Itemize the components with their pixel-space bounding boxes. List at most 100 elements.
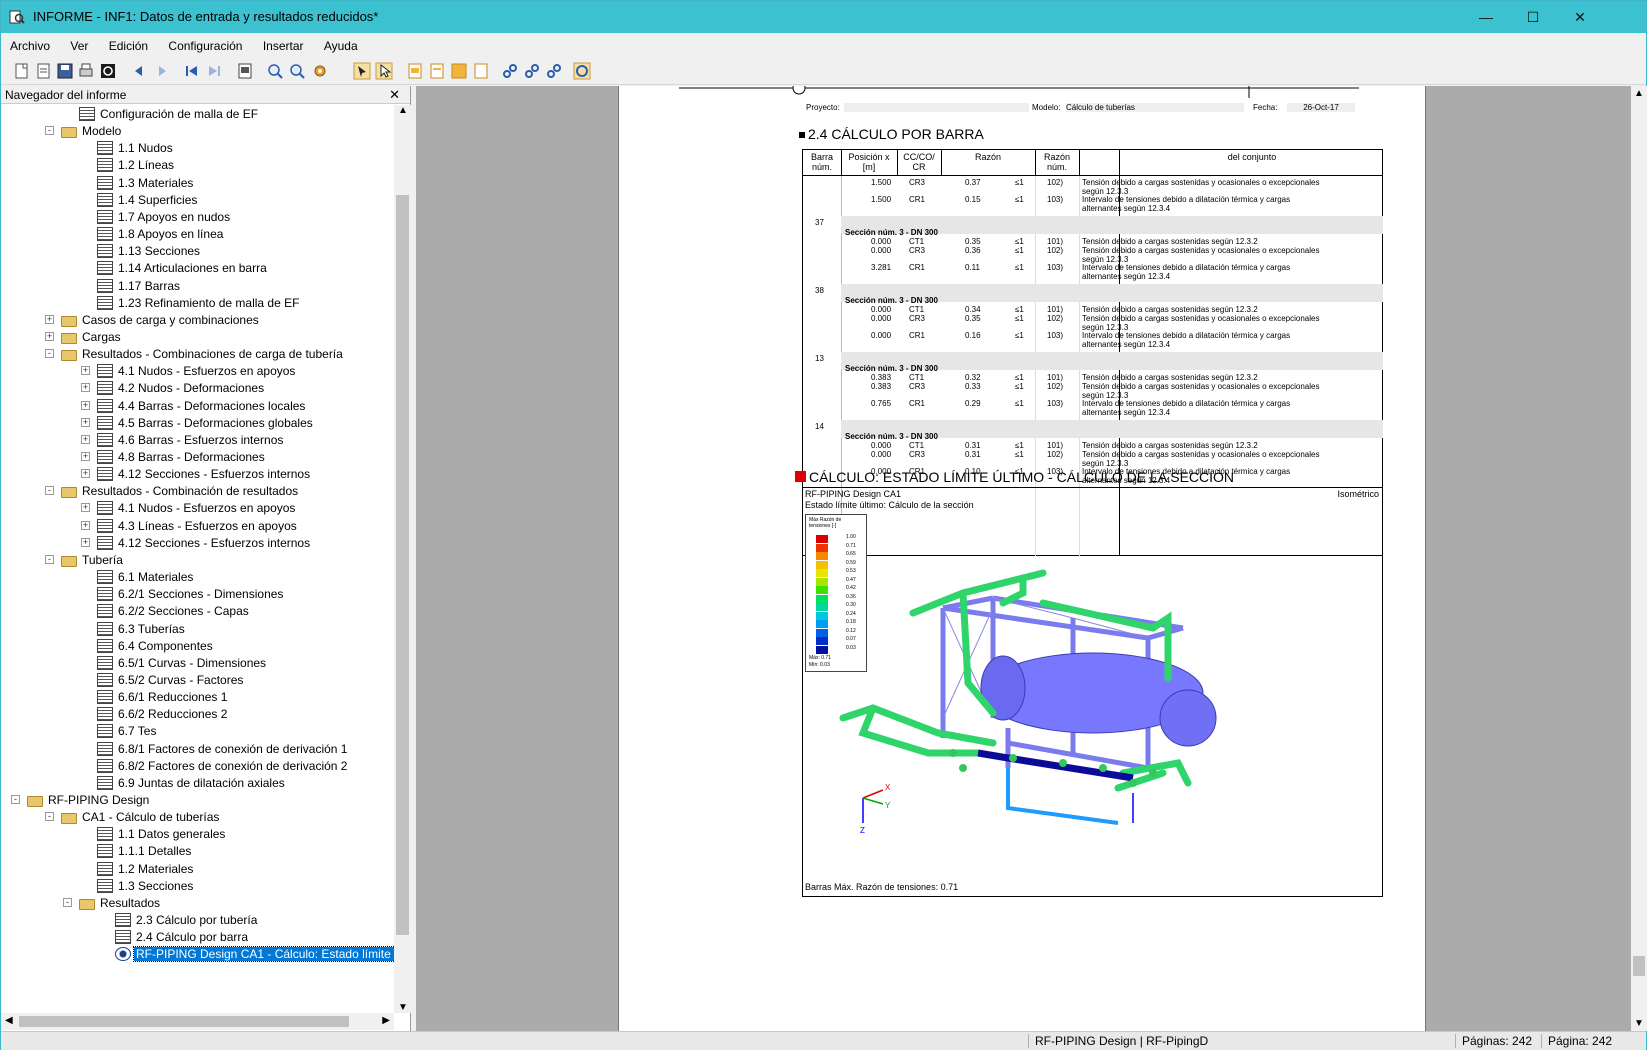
tree-item[interactable]: +4.5 Barras - Deformaciones globales [81,414,315,432]
collapse-icon[interactable]: - [45,126,54,136]
tree-item[interactable]: +4.1 Nudos - Esfuerzos en apoyos [81,362,297,380]
tree-item[interactable]: +4.4 Barras - Deformaciones locales [81,397,307,415]
collapse-icon[interactable]: - [45,349,54,359]
minimize-button[interactable]: — [1463,1,1509,33]
tree-item[interactable]: 6.2/2 Secciones - Capas [97,602,251,620]
expand-icon[interactable]: + [45,314,54,324]
expand-icon[interactable]: + [81,400,90,410]
tree-item[interactable]: 6.5/1 Curvas - Dimensiones [97,654,268,672]
close-window-button[interactable]: ✕ [1557,1,1603,33]
menu-edicion[interactable]: Edición [100,35,156,53]
tree-item[interactable]: - Resultados - Combinación de resultados [45,482,300,500]
tree-item[interactable]: 1.1.1 Detalles [97,842,193,860]
expand-icon[interactable]: + [45,331,54,341]
tree-item[interactable]: 6.3 Tuberías [97,620,187,638]
open-icon[interactable] [35,62,53,80]
tree-item[interactable]: 1.17 Barras [97,277,182,295]
first-page-icon[interactable] [183,62,201,80]
tree-item[interactable]: 1.1 Nudos [97,139,175,157]
insert-table-icon[interactable] [428,62,446,80]
expand-icon[interactable]: + [81,503,90,513]
maximize-button[interactable]: ☐ [1510,1,1556,33]
save-icon[interactable] [56,62,74,80]
navigator-vertical-scrollbar[interactable]: ▲ ▼ [394,105,411,1013]
insert-text-icon[interactable] [450,62,468,80]
expand-icon[interactable]: + [81,383,90,393]
tree-item[interactable]: +4.12 Secciones - Esfuerzos internos [81,534,312,552]
report-preview-area[interactable]: Proyecto: Modelo: Cálculo de tuberías Fe… [416,86,1631,1031]
scroll-up-icon[interactable]: ▲ [398,105,408,116]
link-icon[interactable] [501,62,519,80]
next-icon[interactable] [153,62,171,80]
tree-item[interactable]: 6.8/2 Factores de conexión de derivación… [97,757,349,775]
tree-item[interactable]: +4.1 Nudos - Esfuerzos en apoyos [81,499,297,517]
tree-item[interactable]: - RF-PIPING Design [11,791,151,809]
scroll-right-icon[interactable]: ▶ [382,1015,390,1026]
tree-item[interactable]: - Resultados - Combinaciones de carga de … [45,345,345,363]
new-report-icon[interactable] [13,62,31,80]
insert-page-icon[interactable] [472,62,490,80]
scroll-down-icon[interactable]: ▼ [398,1002,408,1013]
tree-item[interactable]: +4.6 Barras - Esfuerzos internos [81,431,285,449]
tree-item[interactable]: 6.7 Tes [97,722,158,740]
tree-item[interactable]: 1.8 Apoyos en línea [97,225,225,243]
tree-item[interactable]: 1.23 Refinamiento de malla de EF [97,294,301,312]
link-remove-icon[interactable] [545,62,563,80]
menu-insertar[interactable]: Insertar [254,35,312,53]
expand-icon[interactable]: + [81,452,90,461]
tree-item[interactable]: - Modelo [45,122,123,140]
expand-icon[interactable]: + [81,434,90,444]
tree-item[interactable]: 6.6/1 Reducciones 1 [97,688,229,706]
tree-item[interactable]: 1.13 Secciones [97,242,202,260]
pointer-icon[interactable] [375,62,393,80]
hscroll-thumb[interactable] [19,1016,349,1027]
preview-scroll-up-icon[interactable]: ▲ [1634,88,1644,99]
tree-item[interactable]: +4.12 Secciones - Esfuerzos internos [81,465,312,483]
tree-item[interactable]: + Cargas [45,328,123,346]
tree-item[interactable]: +4.8 Barras - Deformaciones [81,448,267,466]
link-edit-icon[interactable] [523,62,541,80]
tree-item[interactable]: 1.2 Materiales [97,860,195,878]
collapse-icon[interactable]: - [45,812,54,822]
tree-item[interactable]: 6.8/1 Factores de conexión de derivación… [97,740,349,758]
tree-item[interactable]: 2.4 Cálculo por barra [115,928,250,946]
tree-item[interactable]: +4.3 Líneas - Esfuerzos en apoyos [81,517,299,535]
collapse-icon[interactable]: - [63,897,72,907]
last-page-icon[interactable] [205,62,223,80]
tree-item[interactable]: 6.1 Materiales [97,568,195,586]
tree-item[interactable]: 1.4 Superficies [97,191,199,209]
tree-item[interactable]: 1.3 Secciones [97,877,195,895]
settings-gear-icon[interactable] [311,62,329,80]
tree-item[interactable]: - CA1 - Cálculo de tuberías [45,808,221,826]
menu-archivo[interactable]: Archivo [1,35,58,53]
collapse-icon[interactable]: - [45,554,54,564]
expand-icon[interactable]: + [81,417,90,427]
tree-item[interactable]: +4.2 Nudos - Deformaciones [81,379,266,397]
collapse-icon[interactable]: - [45,486,54,496]
scroll-thumb[interactable] [396,195,409,935]
print-icon[interactable] [77,62,95,80]
page-setup-icon[interactable] [236,62,254,80]
preview-vertical-scrollbar[interactable]: ▲ ▼ [1631,86,1647,1031]
navigator-horizontal-scrollbar[interactable]: ◀ ▶ [1,1013,394,1030]
zoom-in-icon[interactable] [266,62,284,80]
tree-item[interactable]: RF-PIPING Design CA1 - Cálculo: Estado l… [115,945,394,963]
tree-item[interactable]: 6.5/2 Curvas - Factores [97,671,245,689]
tree-item[interactable]: 1.14 Articulaciones en barra [97,259,269,277]
tree-item[interactable]: 1.2 Líneas [97,156,176,174]
expand-icon[interactable]: + [81,537,90,547]
menu-configuracion[interactable]: Configuración [159,35,250,53]
tree-item[interactable]: - Resultados [63,894,162,912]
expand-icon[interactable]: + [81,366,90,376]
close-icon[interactable]: ✕ [389,87,400,103]
tree-item[interactable]: 2.3 Cálculo por tubería [115,911,259,929]
tree-item[interactable]: + Casos de carga y combinaciones [45,311,261,329]
expand-icon[interactable]: + [81,469,90,479]
tree-item[interactable]: 1.3 Materiales [97,174,195,192]
tree-item[interactable]: 1.1 Datos generales [97,825,227,843]
tree-item[interactable]: 6.4 Componentes [97,637,215,655]
insert-graphic-icon[interactable] [406,62,424,80]
sync-icon[interactable] [573,62,591,80]
tree-item[interactable]: 6.2/1 Secciones - Dimensiones [97,585,285,603]
scroll-left-icon[interactable]: ◀ [5,1015,13,1026]
